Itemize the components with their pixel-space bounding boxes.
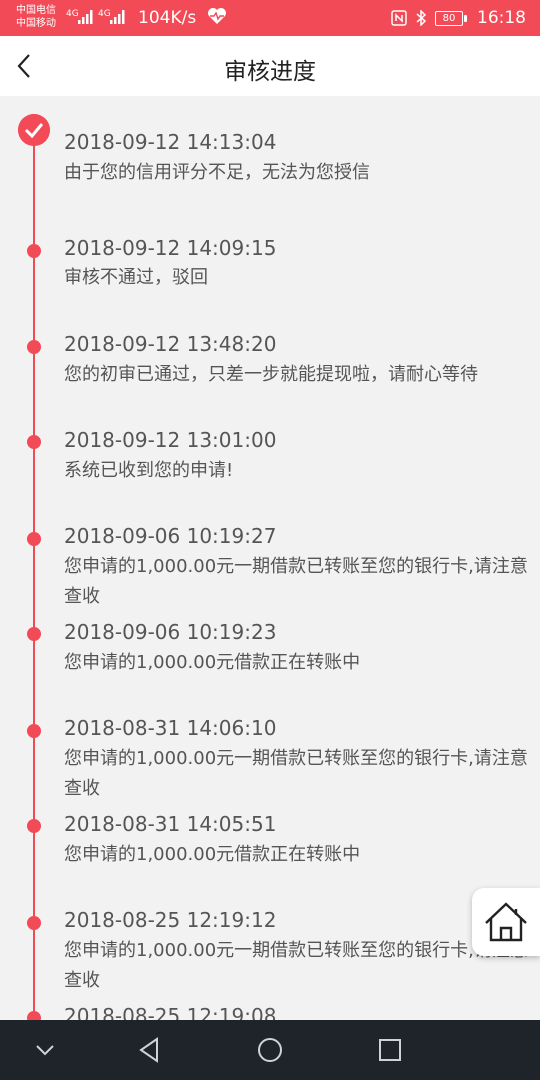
- carrier-labels: 中国电信 中国移动: [16, 4, 56, 30]
- timeline-dot: [27, 916, 41, 930]
- timeline-desc: 您的初审已通过，只差一步就能提现啦，请耐心等待: [64, 364, 478, 385]
- home-button[interactable]: [472, 888, 540, 956]
- timeline-desc: 系统已收到您的申请!: [64, 460, 234, 481]
- app-header: 审核进度: [0, 36, 540, 96]
- timeline-dot: [27, 819, 41, 833]
- bluetooth-icon: [416, 10, 427, 26]
- nfc-icon: [391, 10, 407, 26]
- square-recent-icon[interactable]: [375, 1036, 405, 1064]
- timeline-desc: 您申请的1,000.00元一期借款已转账至您的银行卡,请注意查收: [64, 748, 528, 799]
- carrier-2: 中国移动: [16, 18, 56, 29]
- network-type-1: 4G: [66, 9, 79, 19]
- timeline-desc: 您申请的1,000.00元借款正在转账中: [64, 652, 361, 673]
- timeline-desc: 您申请的1,000.00元一期借款已转账至您的银行卡,请注意查收: [64, 940, 528, 991]
- circle-home-icon[interactable]: [255, 1036, 285, 1064]
- timeline-dot: [27, 244, 41, 258]
- timeline-time: 2018-08-25 12:19:08: [64, 1004, 277, 1020]
- timeline-dot: [27, 724, 41, 738]
- triangle-back-icon[interactable]: [135, 1036, 165, 1064]
- timeline-list[interactable]: 2018-09-12 14:13:04 由于您的信用评分不足，无法为您授信 20…: [0, 96, 540, 1020]
- timeline-dot: [27, 532, 41, 546]
- timeline-dot: [27, 1011, 41, 1020]
- signal-icon: [78, 10, 93, 24]
- timeline-time: 2018-09-06 10:19:23: [64, 620, 277, 644]
- timeline-time: 2018-09-12 13:48:20: [64, 332, 277, 356]
- battery-icon: 80: [435, 10, 467, 26]
- clock: 16:18: [477, 8, 526, 28]
- timeline-desc: 由于您的信用评分不足，无法为您授信: [64, 162, 370, 183]
- signal-icon: [110, 10, 125, 24]
- timeline-dot: [27, 435, 41, 449]
- timeline-desc: 您申请的1,000.00元一期借款已转账至您的银行卡,请注意查收: [64, 556, 528, 607]
- timeline-time: 2018-09-12 14:13:04: [64, 130, 277, 154]
- heart-rate-icon: [208, 8, 226, 24]
- network-speed: 104K/s: [138, 8, 197, 28]
- battery-level: 80: [442, 12, 456, 24]
- check-circle-icon: [18, 114, 50, 146]
- timeline-time: 2018-09-12 13:01:00: [64, 428, 277, 452]
- timeline-time: 2018-09-12 14:09:15: [64, 236, 277, 260]
- timeline-time: 2018-08-25 12:19:12: [64, 908, 277, 932]
- navigation-bar: [0, 1020, 540, 1080]
- status-bar: 中国电信 中国移动 4G 4G 104K/s 80 16:18: [0, 0, 540, 36]
- carrier-1: 中国电信: [16, 5, 56, 16]
- network-type-2: 4G: [98, 9, 111, 19]
- chevron-down-icon[interactable]: [30, 1036, 60, 1064]
- timeline-time: 2018-08-31 14:06:10: [64, 716, 277, 740]
- timeline-line: [33, 132, 35, 1020]
- timeline-dot: [27, 627, 41, 641]
- timeline-desc: 您申请的1,000.00元借款正在转账中: [64, 844, 361, 865]
- timeline-time: 2018-09-06 10:19:27: [64, 524, 277, 548]
- timeline-time: 2018-08-31 14:05:51: [64, 812, 277, 836]
- page-title: 审核进度: [224, 59, 316, 85]
- home-icon: [485, 902, 527, 942]
- status-right: 80 16:18: [391, 8, 526, 28]
- timeline-dot: [27, 340, 41, 354]
- timeline-desc: 审核不通过，驳回: [64, 267, 208, 288]
